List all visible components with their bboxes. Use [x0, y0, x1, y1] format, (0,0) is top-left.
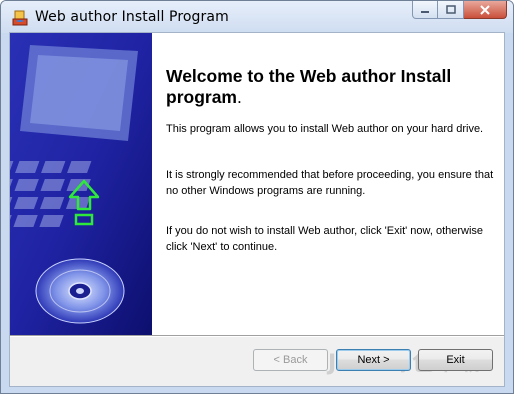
- dialog-client-area: Welcome to the Web author Install progra…: [9, 32, 505, 387]
- recommendation-text: It is strongly recommended that before p…: [166, 169, 494, 197]
- intro-text: This program allows you to install Web a…: [166, 123, 484, 135]
- installer-icon: [12, 10, 28, 26]
- welcome-panel: Welcome to the Web author Install progra…: [10, 33, 504, 335]
- welcome-heading: Welcome to the Web author Install progra…: [166, 66, 452, 107]
- close-icon: [480, 4, 490, 15]
- minimize-icon: [421, 10, 429, 13]
- title-bar[interactable]: Web author Install Program: [1, 1, 513, 33]
- side-banner-image: [10, 33, 152, 335]
- window-title: Web author Install Program: [35, 9, 229, 25]
- maximize-icon: [445, 5, 456, 14]
- exit-button[interactable]: Exit: [418, 349, 493, 371]
- cd-disc-icon: [35, 258, 125, 324]
- back-button[interactable]: < Back: [253, 349, 328, 371]
- maximize-button[interactable]: [438, 1, 464, 19]
- button-separator: [10, 335, 504, 337]
- close-button[interactable]: [464, 1, 507, 19]
- next-button[interactable]: Next >: [336, 349, 411, 371]
- minimize-button[interactable]: [412, 1, 438, 19]
- caption-buttons: [412, 1, 507, 21]
- exit-instructions-text: If you do not wish to install Web author…: [166, 225, 484, 253]
- installer-window: Web author Install Program Welcome to th…: [0, 0, 514, 394]
